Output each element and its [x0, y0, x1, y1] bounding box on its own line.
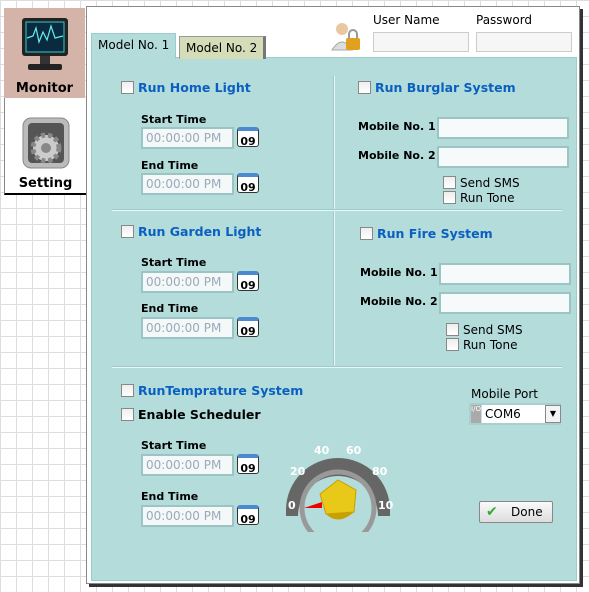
label: Run Tone — [460, 191, 515, 205]
garden-end-time-input[interactable]: 00:00:00 PM — [141, 317, 234, 339]
user-name-label: User Name — [373, 13, 440, 27]
divider — [333, 76, 335, 366]
checkbox[interactable] — [121, 81, 134, 94]
gauge-tick: 0 — [288, 499, 296, 512]
gauge-tick: 60 — [346, 444, 362, 457]
chevron-down-icon[interactable]: ▼ — [545, 405, 561, 423]
user-name-input[interactable] — [373, 32, 469, 52]
password-input[interactable] — [476, 32, 572, 52]
fire-sms-checkbox[interactable]: Send SMS — [446, 323, 523, 337]
done-label: Done — [511, 505, 543, 519]
gauge-tick: 40 — [314, 444, 330, 457]
home-light-label: Run Home Light — [138, 80, 251, 95]
start-time-label: Start Time — [141, 439, 207, 452]
password-label: Password — [476, 13, 533, 27]
checkbox[interactable] — [443, 176, 456, 189]
checkbox[interactable] — [121, 408, 134, 421]
divider — [112, 366, 562, 368]
tab-model-2[interactable]: Model No. 2 — [179, 36, 267, 59]
checkbox[interactable] — [446, 338, 459, 351]
mobile-2-label: Mobile No. 2 — [360, 295, 438, 308]
start-time-label: Start Time — [141, 113, 207, 126]
label: Send SMS — [460, 176, 520, 190]
calendar-icon[interactable]: 09 — [237, 173, 259, 194]
sidebar-item-label: Monitor — [15, 81, 74, 96]
user-lock-icon — [331, 23, 360, 51]
mobile-port-select[interactable]: I/O COM6 ▼ — [469, 403, 561, 425]
fire-tone-checkbox[interactable]: Run Tone — [446, 338, 517, 352]
temperature-gauge-knob[interactable]: 0 20 40 60 80 10 — [282, 440, 394, 532]
end-time-label: End Time — [141, 159, 199, 172]
end-time-label: End Time — [141, 490, 199, 503]
scheduler-label: Enable Scheduler — [138, 407, 261, 422]
garden-light-label: Run Garden Light — [138, 224, 262, 239]
gauge-tick: 10 — [378, 499, 394, 512]
gauge-needle — [304, 502, 322, 508]
gauge-tick: 20 — [290, 465, 306, 478]
mobile-port-label: Mobile Port — [471, 387, 538, 401]
calendar-icon[interactable]: 09 — [237, 127, 259, 148]
io-icon: I/O — [471, 405, 481, 423]
end-time-label: End Time — [141, 302, 199, 315]
done-button[interactable]: ✔ Done — [479, 501, 553, 523]
checkbox[interactable] — [121, 225, 134, 238]
home-end-time-input[interactable]: 00:00:00 PM — [141, 173, 234, 195]
mobile-1-label: Mobile No. 1 — [360, 266, 438, 279]
temp-end-time-input[interactable]: 00:00:00 PM — [141, 505, 234, 527]
temperature-checkbox[interactable]: RunTemprature System — [121, 383, 303, 398]
sidebar-item-monitor[interactable]: Monitor — [4, 8, 85, 98]
mobile-2-label: Mobile No. 2 — [358, 149, 436, 162]
burglar-mobile-2-input[interactable] — [437, 146, 569, 168]
mobile-1-label: Mobile No. 1 — [358, 120, 436, 133]
tab-model-1[interactable]: Model No. 1 — [91, 33, 177, 59]
burglar-tone-checkbox[interactable]: Run Tone — [443, 191, 514, 205]
checkbox[interactable] — [446, 323, 459, 336]
temperature-label: RunTemprature System — [138, 383, 304, 398]
checkbox[interactable] — [443, 191, 456, 204]
sidebar-item-label: Setting — [18, 176, 73, 191]
checkbox[interactable] — [358, 81, 371, 94]
fire-label: Run Fire System — [377, 226, 493, 241]
label: Run Tone — [463, 338, 518, 352]
monitor-icon — [22, 18, 68, 70]
calendar-icon[interactable]: 09 — [237, 271, 259, 292]
port-value: COM6 — [482, 405, 547, 423]
home-light-checkbox[interactable]: Run Home Light — [121, 80, 251, 95]
checkbox[interactable] — [360, 227, 373, 240]
label: Send SMS — [463, 323, 523, 337]
garden-start-time-input[interactable]: 00:00:00 PM — [141, 271, 234, 293]
home-start-time-input[interactable]: 00:00:00 PM — [141, 127, 234, 149]
scheduler-checkbox[interactable]: Enable Scheduler — [121, 407, 261, 422]
burglar-checkbox[interactable]: Run Burglar System — [358, 80, 516, 95]
start-time-label: Start Time — [141, 256, 207, 269]
temp-start-time-input[interactable]: 00:00:00 PM — [141, 454, 234, 476]
checkbox[interactable] — [121, 384, 134, 397]
calendar-icon[interactable]: 09 — [237, 454, 259, 475]
sidebar-item-setting[interactable]: Setting — [4, 98, 86, 195]
burglar-mobile-1-input[interactable] — [437, 117, 569, 139]
fire-mobile-1-input[interactable] — [439, 263, 571, 285]
gear-icon — [22, 117, 70, 169]
fire-checkbox[interactable]: Run Fire System — [360, 226, 493, 241]
fire-mobile-2-input[interactable] — [439, 292, 571, 314]
garden-light-checkbox[interactable]: Run Garden Light — [121, 224, 261, 239]
burglar-sms-checkbox[interactable]: Send SMS — [443, 176, 520, 190]
burglar-label: Run Burglar System — [375, 80, 516, 95]
divider — [112, 209, 562, 211]
calendar-icon[interactable]: 09 — [237, 317, 259, 338]
calendar-icon[interactable]: 09 — [237, 505, 259, 526]
check-icon: ✔ — [486, 504, 498, 520]
gauge-tick: 80 — [372, 465, 388, 478]
